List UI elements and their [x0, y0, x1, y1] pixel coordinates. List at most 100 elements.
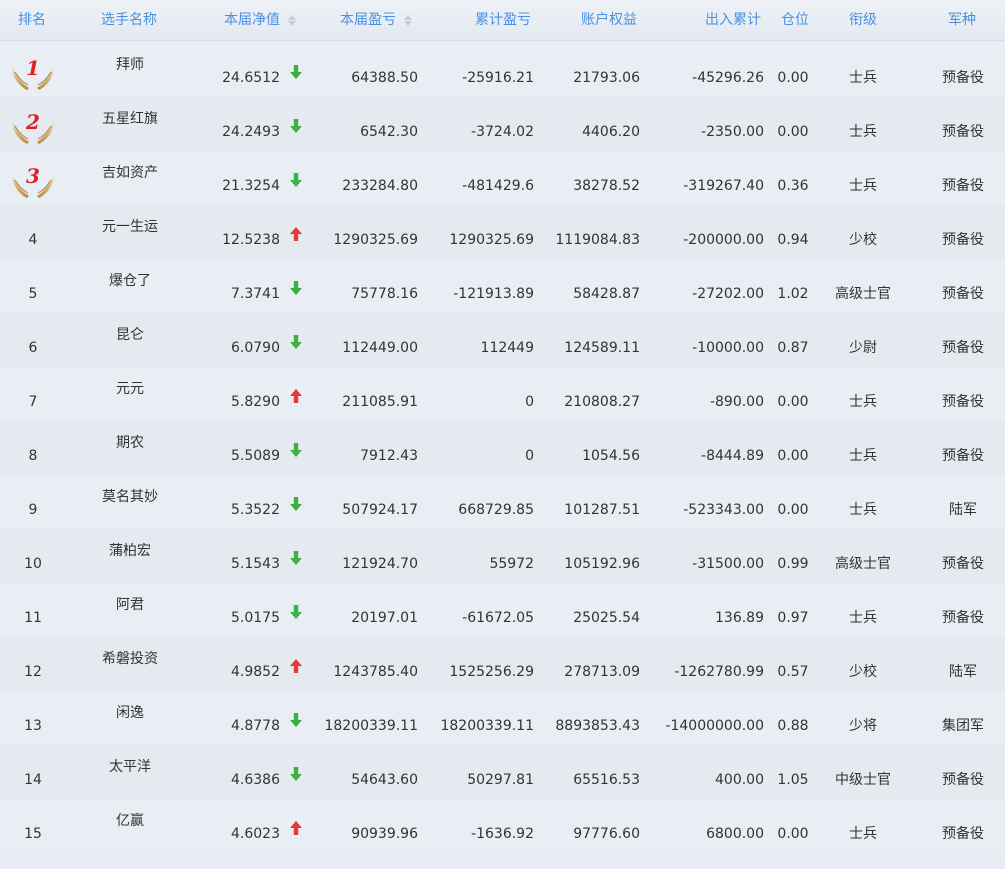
period-profit-loss: 211085.91 [342, 394, 418, 410]
inout-cumulative: -200000.00 [683, 232, 764, 248]
col-header-arm[interactable]: 军种 [948, 0, 976, 40]
player-name-link[interactable]: 元元 [78, 367, 182, 421]
inout-cumulative: -890.00 [709, 394, 764, 410]
player-name-link[interactable]: 拜师 [78, 43, 182, 97]
player-name-link[interactable]: 昆仑 [78, 313, 182, 367]
table-row[interactable]: 11 阿君 5.0175 20197.01 -61672.05 25025.54 136.8… [0, 583, 1005, 637]
player-name-link[interactable]: 莫名其妙 [78, 475, 182, 529]
inout-cumulative: 136.89 [715, 610, 764, 626]
rank-number: 12 [24, 664, 42, 680]
rank-title: 少将 [849, 718, 877, 734]
table-row[interactable]: 7 元元 5.8290 211085.91 0 210808.27 -890.00 0.00 士… [0, 367, 1005, 421]
cumulative-profit-loss: 668729.85 [458, 502, 534, 518]
arm-type: 陆军 [949, 502, 977, 518]
col-header-nav[interactable]: 本届净值 [224, 0, 296, 40]
arm-type: 预备役 [942, 124, 984, 140]
col-header-period-pl[interactable]: 本届盈亏 [340, 0, 412, 40]
col-header-rank-title[interactable]: 衔级 [849, 0, 877, 40]
player-name-link[interactable]: 希磐投资 [78, 637, 182, 691]
position-ratio: 1.02 [777, 286, 809, 302]
player-name-link[interactable]: 阿君 [78, 583, 182, 637]
rank-number: 10 [24, 556, 42, 572]
arrow-down-icon [286, 421, 304, 475]
table-row[interactable]: 10 蒲柏宏 5.1543 121924.70 55972 105192.96 -31500… [0, 529, 1005, 583]
account-equity: 124589.11 [564, 340, 640, 356]
sort-icon[interactable] [404, 14, 412, 26]
rank-title: 中级士官 [835, 772, 891, 788]
rank-title: 士兵 [849, 178, 877, 194]
cumulative-profit-loss: -61672.05 [462, 610, 534, 626]
period-profit-loss: 233284.80 [342, 178, 418, 194]
rank-title: 士兵 [849, 124, 877, 140]
player-name-link[interactable]: 期农 [78, 421, 182, 475]
account-equity: 278713.09 [564, 664, 640, 680]
net-value: 5.3522 [231, 502, 280, 518]
net-value: 5.1543 [231, 556, 280, 572]
col-header-name[interactable]: 选手名称 [101, 0, 157, 40]
table-row[interactable]: 14 太平洋 4.6386 54643.60 50297.81 65516.53 400.0… [0, 745, 1005, 799]
rank-title: 少校 [849, 664, 877, 680]
net-value: 4.9852 [231, 664, 280, 680]
net-value: 4.8778 [231, 718, 280, 734]
period-profit-loss: 507924.17 [342, 502, 418, 518]
arrow-down-icon [286, 691, 304, 745]
wings-medal-icon: 1 [10, 53, 56, 90]
col-header-equity[interactable]: 账户权益 [581, 0, 637, 40]
account-equity: 58428.87 [573, 286, 640, 302]
player-name-link[interactable]: 闲逸 [78, 691, 182, 745]
account-equity: 38278.52 [573, 178, 640, 194]
player-name-link[interactable]: 爆仓了 [78, 259, 182, 313]
table-row[interactable]: 4 元一生运 12.5238 1290325.69 1290325.69 1119084.… [0, 205, 1005, 259]
player-name-link[interactable]: 太平洋 [78, 745, 182, 799]
table-row[interactable]: 8 期农 5.5089 7912.43 0 1054.56 -8444.89 0.00 士兵 预备… [0, 421, 1005, 475]
net-value: 24.2493 [222, 124, 280, 140]
ranking-table: 排名 选手名称 本届净值 本届盈亏 累计盈亏 账户权益 出入累计 仓位 衔级 军… [0, 0, 1005, 853]
arrow-down-icon [286, 313, 304, 367]
rank-number: 14 [24, 772, 42, 788]
arm-type: 预备役 [942, 286, 984, 302]
period-profit-loss: 75778.16 [351, 286, 418, 302]
rank-title: 士兵 [849, 610, 877, 626]
position-ratio: 0.00 [777, 70, 809, 86]
cumulative-profit-loss: 18200339.11 [440, 718, 534, 734]
arm-type: 预备役 [942, 70, 984, 86]
player-name-link[interactable]: 五星红旗 [78, 97, 182, 151]
position-ratio: 0.00 [777, 502, 809, 518]
table-row[interactable]: 9 莫名其妙 5.3522 507924.17 668729.85 101287.51 -5… [0, 475, 1005, 529]
rank-medal: 2 [0, 97, 66, 151]
player-name-link[interactable]: 蒲柏宏 [78, 529, 182, 583]
player-name-link[interactable]: 吉如资产 [78, 151, 182, 205]
table-row[interactable]: 1 拜师 24.6512 64388.50 -25916.21 21793.06 -4529… [0, 43, 1005, 97]
arrow-up-icon [286, 637, 304, 691]
arm-type: 陆军 [949, 664, 977, 680]
col-header-rank[interactable]: 排名 [18, 0, 46, 40]
rank-medal: 3 [0, 151, 66, 205]
rank-title: 士兵 [849, 502, 877, 518]
cumulative-profit-loss: -25916.21 [462, 70, 534, 86]
table-row[interactable]: 6 昆仑 6.0790 112449.00 112449 124589.11 -10000.… [0, 313, 1005, 367]
position-ratio: 0.94 [777, 232, 809, 248]
player-name-link[interactable]: 元一生运 [78, 205, 182, 259]
period-profit-loss: 20197.01 [351, 610, 418, 626]
col-header-inout[interactable]: 出入累计 [705, 0, 761, 40]
inout-cumulative: -1262780.99 [674, 664, 764, 680]
period-profit-loss: 64388.50 [351, 70, 418, 86]
rank-number: 11 [24, 610, 42, 626]
period-profit-loss: 18200339.11 [324, 718, 418, 734]
table-row[interactable]: 2 五星红旗 24.2493 6542.30 -3724.02 4406.20 -2350.… [0, 97, 1005, 151]
table-row[interactable]: 12 希磐投资 4.9852 1243785.40 1525256.29 278713.0… [0, 637, 1005, 691]
table-row[interactable]: 3 吉如资产 21.3254 233284.80 -481429.6 38278.52 -3… [0, 151, 1005, 205]
period-profit-loss: 1290325.69 [333, 232, 418, 248]
arm-type: 预备役 [942, 772, 984, 788]
account-equity: 8893853.43 [555, 718, 640, 734]
cumulative-profit-loss: 0 [525, 394, 534, 410]
col-header-position[interactable]: 仓位 [781, 0, 809, 40]
table-row[interactable]: 5 爆仓了 7.3741 75778.16 -121913.89 58428.87 -272… [0, 259, 1005, 313]
table-row[interactable]: 13 闲逸 4.8778 18200339.11 18200339.11 8893853.… [0, 691, 1005, 745]
sort-icon[interactable] [288, 14, 296, 26]
position-ratio: 0.57 [777, 664, 809, 680]
net-value: 6.0790 [231, 340, 280, 356]
arm-type: 预备役 [942, 178, 984, 194]
col-header-cumulative-pl[interactable]: 累计盈亏 [475, 0, 531, 40]
account-equity: 25025.54 [573, 610, 640, 626]
